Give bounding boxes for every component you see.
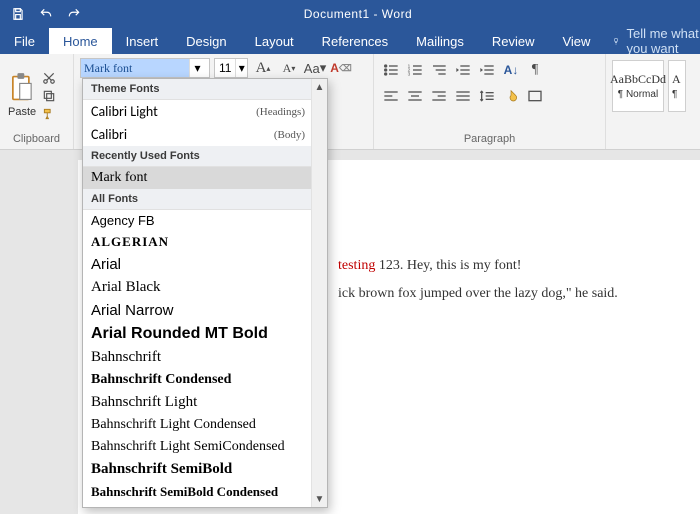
tab-layout[interactable]: Layout: [241, 28, 308, 54]
multilevel-list-icon[interactable]: [428, 60, 450, 80]
align-right-icon[interactable]: [428, 86, 450, 106]
line-spacing-icon[interactable]: [476, 86, 498, 106]
font-dropdown[interactable]: Theme FontsCalibri Light(Headings)Calibr…: [82, 78, 328, 508]
font-option[interactable]: Arial Narrow: [83, 299, 313, 322]
font-option[interactable]: Calibri(Body): [83, 123, 313, 146]
document-line-1: testing 123. Hey, this is my font!: [338, 258, 521, 274]
style-next[interactable]: A ¶: [668, 60, 686, 112]
paste-label: Paste: [8, 106, 36, 118]
font-dropdown-section: Theme Fonts: [83, 79, 313, 100]
font-dropdown-section: All Fonts: [83, 189, 313, 210]
font-option[interactable]: Bahnschrift SemiBold Condensed: [83, 481, 313, 503]
tab-review[interactable]: Review: [478, 28, 549, 54]
borders-icon[interactable]: [524, 86, 546, 106]
change-case-icon[interactable]: Aa▾: [304, 58, 326, 78]
redo-icon[interactable]: [66, 6, 82, 22]
font-name-dropdown-icon[interactable]: ▾: [189, 59, 205, 77]
tab-references[interactable]: References: [308, 28, 402, 54]
font-option[interactable]: Mark font: [83, 167, 313, 189]
undo-icon[interactable]: [38, 6, 54, 22]
save-icon[interactable]: [10, 6, 26, 22]
document-line-2: ick brown fox jumped over the lazy dog,"…: [338, 286, 618, 302]
paste-button[interactable]: Paste: [6, 70, 38, 120]
clear-format-icon[interactable]: A⌫: [330, 58, 352, 78]
font-option[interactable]: Bahnschrift Condensed: [83, 369, 313, 391]
decrease-indent-icon[interactable]: [452, 60, 474, 80]
font-name-combo[interactable]: ▾: [80, 58, 210, 78]
scroll-up-icon[interactable]: ▲: [312, 79, 327, 95]
tell-me-label: Tell me what you want: [626, 26, 700, 56]
increase-indent-icon[interactable]: [476, 60, 498, 80]
font-size-combo[interactable]: 11 ▾: [214, 58, 248, 78]
font-option[interactable]: Bahnschrift Light Condensed: [83, 414, 313, 436]
font-option[interactable]: Bahnschrift SemiBold: [83, 458, 313, 481]
grow-font-icon[interactable]: A▴: [252, 58, 274, 78]
sort-icon[interactable]: A↓: [500, 60, 522, 80]
scrollbar[interactable]: ▲ ▼: [311, 79, 327, 507]
copy-icon[interactable]: [42, 89, 56, 103]
format-painter-icon[interactable]: [42, 107, 56, 121]
scroll-down-icon[interactable]: ▼: [312, 491, 327, 507]
tab-file[interactable]: File: [0, 28, 49, 54]
font-option[interactable]: Agency FB: [83, 210, 313, 231]
tab-home[interactable]: Home: [49, 28, 112, 54]
window-title: Document1 - Word: [82, 7, 634, 21]
font-option[interactable]: Bahnschrift Light: [83, 391, 313, 414]
align-left-icon[interactable]: [380, 86, 402, 106]
justify-icon[interactable]: [452, 86, 474, 106]
font-option[interactable]: Arial Rounded MT Bold: [83, 322, 313, 346]
tab-view[interactable]: View: [548, 28, 604, 54]
tab-insert[interactable]: Insert: [112, 28, 173, 54]
shading-icon[interactable]: [500, 86, 522, 106]
bullets-icon[interactable]: [380, 60, 402, 80]
style-normal[interactable]: AaBbCcDd ¶ Normal: [612, 60, 664, 112]
shrink-font-icon[interactable]: A▾: [278, 58, 300, 78]
numbering-icon[interactable]: 123: [404, 60, 426, 80]
tell-me[interactable]: Tell me what you want: [612, 28, 700, 54]
svg-text:3: 3: [408, 71, 411, 76]
font-option[interactable]: Arial: [83, 253, 313, 276]
font-option[interactable]: Bahnschrift Light SemiCondensed: [83, 436, 313, 458]
font-option[interactable]: Calibri Light(Headings): [83, 100, 313, 123]
tab-mailings[interactable]: Mailings: [402, 28, 478, 54]
paragraph-group-label: Paragraph: [380, 131, 599, 147]
font-size-dropdown-icon[interactable]: ▾: [235, 59, 247, 77]
tab-design[interactable]: Design: [172, 28, 240, 54]
font-name-input[interactable]: [81, 59, 189, 77]
font-dropdown-section: Recently Used Fonts: [83, 146, 313, 167]
font-option[interactable]: Arial Black: [83, 276, 313, 299]
font-size-value: 11: [215, 61, 235, 75]
font-option[interactable]: Bahnschrift: [83, 346, 313, 369]
title-bar: Document1 - Word: [0, 0, 700, 28]
ribbon-tabs: File Home Insert Design Layout Reference…: [0, 28, 700, 54]
cut-icon[interactable]: [42, 71, 56, 85]
font-option[interactable]: ALGERIAN: [83, 231, 313, 253]
align-center-icon[interactable]: [404, 86, 426, 106]
show-marks-icon[interactable]: ¶: [524, 60, 546, 80]
clipboard-group-label: Clipboard: [6, 131, 67, 147]
font-option[interactable]: Bahnschrift SemiBold SemiConden: [83, 503, 313, 508]
